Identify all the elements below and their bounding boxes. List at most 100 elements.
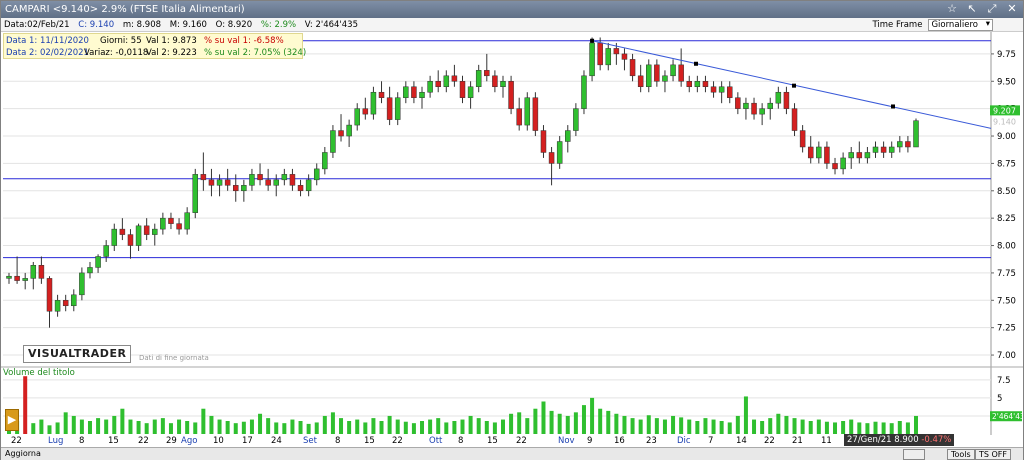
volume-bar bbox=[128, 419, 133, 434]
price-tick-label: 7.50 bbox=[997, 296, 1016, 306]
price-tick-label: 7.75 bbox=[997, 269, 1016, 279]
volume-bar bbox=[79, 419, 84, 434]
candle-body bbox=[14, 275, 20, 281]
candle-body bbox=[743, 102, 749, 109]
candle-body bbox=[322, 152, 328, 170]
volume-bar bbox=[687, 419, 692, 434]
volume-bar bbox=[96, 418, 101, 434]
price-tick-label: 8.50 bbox=[997, 187, 1016, 197]
volume-bar bbox=[47, 425, 52, 434]
candle-body bbox=[38, 265, 45, 279]
ts-off-button[interactable]: TS OFF bbox=[975, 449, 1012, 460]
volume-bar bbox=[436, 418, 441, 434]
volume-bar bbox=[71, 415, 76, 434]
price-chart[interactable]: 9.759.509.259.008.758.508.258.007.757.50… bbox=[1, 32, 1023, 435]
volume-bar bbox=[217, 419, 222, 434]
volume-bar bbox=[541, 401, 546, 434]
x-tick-label: 14 bbox=[736, 436, 747, 446]
price-tick-label: 9.00 bbox=[997, 132, 1016, 142]
candle-body bbox=[840, 157, 846, 170]
candle-body bbox=[573, 108, 579, 131]
volume-bar bbox=[808, 421, 813, 434]
trend-anchor-point bbox=[891, 104, 895, 109]
volume-bar bbox=[420, 421, 425, 434]
update-button[interactable]: Aggiorna bbox=[5, 449, 41, 458]
title-bar: CAMPARI <9.140> 2.9% (FTSE Italia Alimen… bbox=[1, 1, 1023, 18]
volume-title: Volume del titolo bbox=[3, 368, 75, 378]
volume-tick-label: 5 bbox=[997, 394, 1002, 404]
volume-bar bbox=[598, 408, 603, 434]
candle-body bbox=[791, 108, 798, 131]
volume-bar bbox=[857, 422, 862, 434]
trend-anchor-point bbox=[694, 61, 698, 66]
status-bar: Aggiorna Tools TS OFF bbox=[1, 447, 1023, 460]
candle-body bbox=[249, 174, 255, 186]
candle-body bbox=[233, 185, 239, 192]
candle-body bbox=[540, 130, 547, 153]
volume-bar bbox=[258, 413, 263, 434]
candle-body bbox=[621, 53, 628, 60]
volume-bar bbox=[833, 422, 838, 434]
volume-tag: 2'464'435 bbox=[990, 411, 1023, 422]
candle-body bbox=[119, 228, 126, 235]
info-su-val1: % su val 1: -6.58% bbox=[204, 36, 284, 46]
volume-bar bbox=[274, 422, 279, 434]
candle-body bbox=[459, 81, 466, 98]
price-tag-text: 9.207 bbox=[993, 106, 1016, 115]
timeframe-select[interactable]: Giornaliero bbox=[928, 19, 993, 31]
volume-bar bbox=[735, 415, 740, 434]
candle-body bbox=[913, 120, 919, 148]
pin-icon[interactable]: ↖ bbox=[965, 2, 979, 16]
volume-bar bbox=[752, 419, 757, 434]
volume-bar bbox=[638, 419, 643, 434]
price-tag-text-2: 9.140 bbox=[993, 117, 1016, 126]
close-icon[interactable]: ✕ bbox=[1005, 2, 1019, 16]
candle-body bbox=[467, 86, 474, 98]
volume-bar bbox=[355, 419, 360, 434]
x-tick-label: 8 bbox=[79, 436, 85, 446]
candle-body bbox=[184, 212, 190, 230]
x-tick-label: Ott bbox=[429, 436, 443, 446]
x-tick-label: 11 bbox=[821, 436, 832, 446]
volume-bar bbox=[120, 408, 125, 434]
candle-body bbox=[176, 223, 182, 230]
candle-body bbox=[824, 146, 830, 164]
candle-body bbox=[718, 86, 725, 93]
volume-bar bbox=[266, 418, 271, 434]
scroll-slider[interactable] bbox=[903, 449, 925, 460]
candle-body bbox=[646, 64, 652, 88]
volume-bar bbox=[565, 415, 570, 434]
candle-body bbox=[735, 97, 741, 109]
candle-body bbox=[71, 294, 77, 307]
x-tick-label: 22 bbox=[764, 436, 775, 446]
candle-body bbox=[257, 174, 263, 181]
price-tick-label: 8.75 bbox=[997, 159, 1016, 169]
candle-body bbox=[484, 70, 490, 77]
candle-body bbox=[79, 272, 85, 296]
x-tick-label: 8 bbox=[458, 436, 464, 446]
candle-body bbox=[273, 179, 279, 186]
candle-body bbox=[224, 179, 231, 186]
candle-body bbox=[605, 48, 612, 66]
volume-bar bbox=[800, 419, 805, 434]
volume-bar bbox=[428, 419, 433, 434]
restore-icon[interactable]: ⤢ bbox=[985, 2, 999, 16]
candle-body bbox=[864, 152, 871, 159]
x-tick-label: 15 bbox=[364, 436, 375, 446]
volume-bar bbox=[339, 418, 344, 434]
candle-body bbox=[419, 91, 425, 98]
candle-body bbox=[46, 278, 53, 312]
candle-body bbox=[524, 97, 531, 126]
volume-bar bbox=[517, 412, 522, 434]
tools-button[interactable]: Tools bbox=[947, 449, 975, 460]
price-tick-label: 9.50 bbox=[997, 77, 1016, 87]
candle-body bbox=[807, 146, 814, 159]
star-icon[interactable]: ☆ bbox=[945, 2, 959, 16]
expand-arrow-icon[interactable]: ▶ bbox=[5, 409, 19, 431]
candle-body bbox=[872, 146, 879, 153]
volume-bar bbox=[452, 421, 457, 434]
volume-tick-label: 7.5 bbox=[997, 376, 1011, 386]
volume-bar bbox=[841, 421, 846, 434]
candle-body bbox=[710, 86, 717, 93]
volume-bar bbox=[379, 421, 384, 434]
